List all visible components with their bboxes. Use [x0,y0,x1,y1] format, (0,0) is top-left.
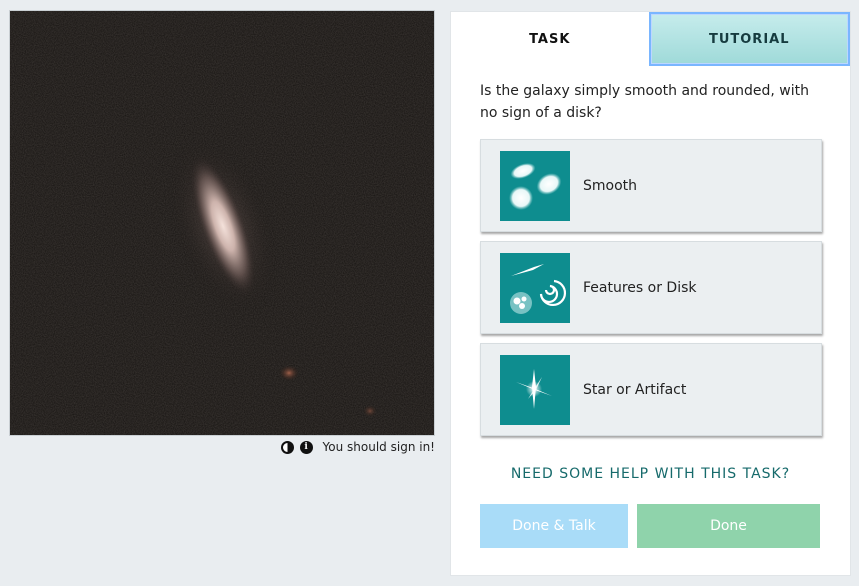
answer-list: Smooth Features or Disk Star or Artifact [480,139,822,436]
tab-task[interactable]: TASK [451,12,649,66]
help-link[interactable]: NEED SOME HELP WITH THIS TASK? [451,466,850,482]
subject-image[interactable] [9,10,435,436]
answer-smooth[interactable]: Smooth [480,139,822,232]
task-panel: TASK TUTORIAL Is the galaxy simply smoot… [450,11,851,576]
done-and-talk-button[interactable]: Done & Talk [480,504,628,548]
sign-in-note: You should sign in! [322,440,435,454]
task-tabs: TASK TUTORIAL [451,12,850,66]
disk-galaxy-icon [500,252,570,323]
viewer-meta-bar: i You should sign in! [9,436,435,458]
answer-features-or-disk[interactable]: Features or Disk [480,241,822,334]
answer-label-features-or-disk: Features or Disk [583,279,697,296]
info-icon[interactable]: i [299,440,313,454]
star-icon [500,354,570,425]
task-actions: Done & Talk Done [480,504,850,548]
done-button[interactable]: Done [637,504,820,548]
task-question: Is the galaxy simply smooth and rounded,… [480,83,809,121]
contrast-icon[interactable] [280,440,294,454]
smooth-galaxy-icon [500,150,570,221]
answer-star-or-artifact[interactable]: Star or Artifact [480,343,822,436]
answer-label-smooth: Smooth [583,177,638,194]
tab-tutorial[interactable]: TUTORIAL [648,12,850,66]
answer-label-star-or-artifact: Star or Artifact [583,381,687,398]
galaxy-image [10,11,434,435]
